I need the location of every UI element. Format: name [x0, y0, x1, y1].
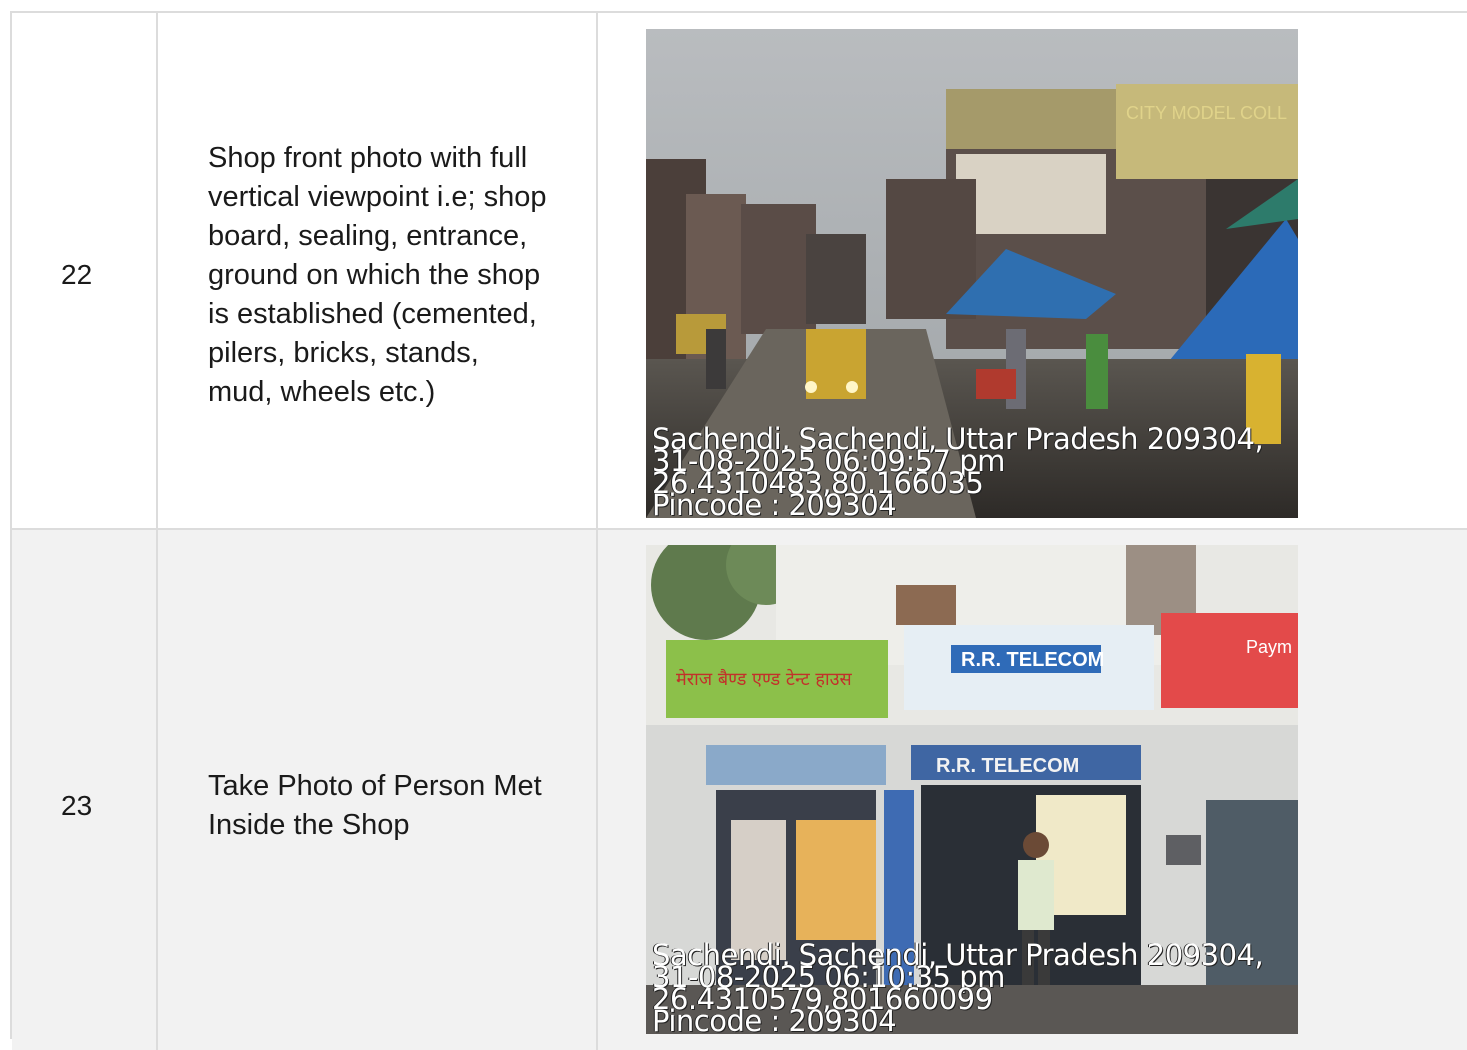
payments-bank-signboard	[1161, 613, 1298, 708]
photo-cell: CITY MODEL COLL Sachendi, Sachendi, Utta…	[598, 13, 1467, 528]
table-row: 22 Shop front photo with full vertical v…	[12, 13, 1467, 530]
signboard-text: CITY MODEL COLL	[1126, 103, 1287, 123]
shop-front-photo: मेराज बैण्ड एण्ड टेन्ट हाउस R.R. TELECOM…	[646, 545, 1298, 1034]
meraj-sign-text: मेराज बैण्ड एण्ड टेन्ट हाउस	[676, 668, 853, 690]
rr-telecom-sign-text: R.R. TELECOM	[961, 649, 1104, 671]
photo-cell: मेराज बैण्ड एण्ड टेन्ट हाउस R.R. TELECOM…	[598, 530, 1467, 1050]
row-description: Shop front photo with full vertical view…	[208, 142, 547, 408]
rr-telecom-lower-sign: R.R. TELECOM	[936, 755, 1079, 777]
row-number: 22	[61, 259, 93, 290]
table-row: 23 Take Photo of Person Met Inside the S…	[12, 530, 1467, 1050]
row-description: Take Photo of Person Met Inside the Shop	[208, 770, 542, 841]
coaching-signboard	[1116, 84, 1298, 179]
row-number-cell: 22	[12, 13, 158, 528]
row-number-cell: 23	[12, 530, 158, 1050]
description-cell: Shop front photo with full vertical view…	[158, 13, 598, 528]
payments-bank-text: Paym Bank	[1246, 637, 1298, 657]
geotag-overlay: Sachendi, Sachendi, Uttar Pradesh 209304…	[652, 425, 1298, 519]
geotag-overlay: Sachendi, Sachendi, Uttar Pradesh 209304…	[652, 941, 1298, 1035]
description-cell: Take Photo of Person Met Inside the Shop	[158, 530, 598, 1050]
row-number: 23	[61, 790, 93, 821]
checklist-table: 22 Shop front photo with full vertical v…	[10, 11, 1467, 1050]
street-market-photo: CITY MODEL COLL Sachendi, Sachendi, Utta…	[646, 29, 1298, 518]
person-figure	[1018, 860, 1054, 930]
